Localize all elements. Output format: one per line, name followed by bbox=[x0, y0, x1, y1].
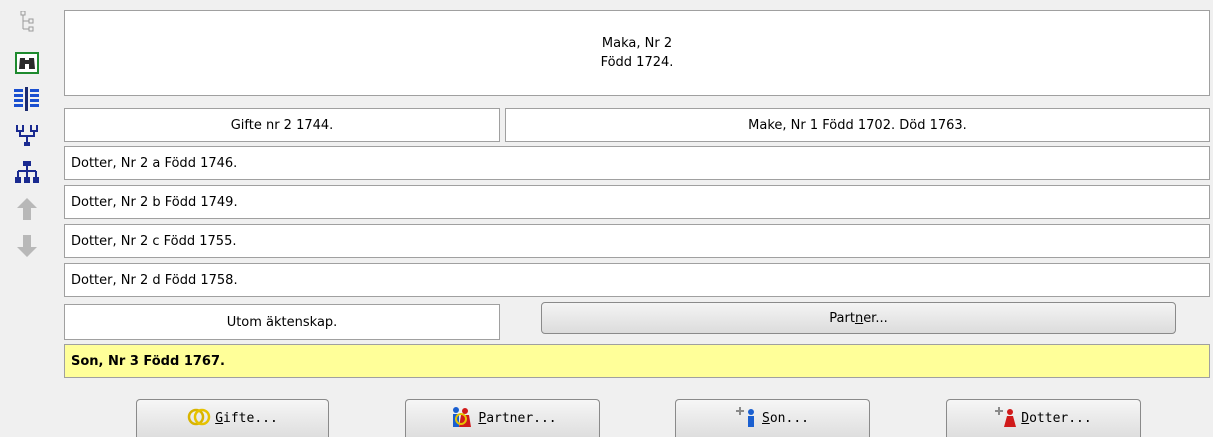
marriage-box[interactable]: Gifte nr 2 1744. bbox=[64, 108, 500, 142]
add-marriage-button[interactable]: Gifte... bbox=[136, 399, 329, 437]
child-row[interactable]: Dotter, Nr 2 c Född 1755. bbox=[64, 224, 1210, 258]
dotter-accel: D bbox=[1021, 411, 1030, 426]
add-partner-button[interactable]: Partner... bbox=[405, 399, 600, 437]
descendants-icon[interactable] bbox=[10, 157, 44, 187]
tree-icon[interactable] bbox=[10, 10, 44, 34]
main-person-birth: Född 1724. bbox=[600, 55, 674, 70]
marriage-label: Gifte nr 2 1744. bbox=[230, 117, 334, 133]
partner-label: artner... bbox=[486, 411, 557, 426]
son-accel: S bbox=[762, 411, 770, 426]
columns-icon[interactable] bbox=[10, 84, 44, 114]
add-son-icon bbox=[736, 406, 758, 431]
outside-marriage-label: Utom äktenskap. bbox=[226, 314, 338, 330]
dotter-label: otter... bbox=[1029, 411, 1092, 426]
spouse-box[interactable]: Make, Nr 1 Född 1702. Död 1763. bbox=[505, 108, 1210, 142]
partner-label-post: er... bbox=[863, 310, 888, 326]
outside-marriage-box[interactable]: Utom äktenskap. bbox=[64, 304, 500, 340]
navigate-down-icon[interactable] bbox=[10, 231, 44, 261]
partner-label-accel: n bbox=[854, 310, 864, 326]
family-panel: Maka, Nr 2 Född 1724. Gifte nr 2 1744. M… bbox=[63, 10, 1211, 437]
selected-child-row[interactable]: Son, Nr 3 Född 1767. bbox=[64, 344, 1210, 378]
child-row[interactable]: Dotter, Nr 2 a Född 1746. bbox=[64, 146, 1210, 180]
rings-icon bbox=[187, 407, 211, 430]
child-label: Dotter, Nr 2 a Född 1746. bbox=[71, 155, 238, 171]
pedigree-icon[interactable] bbox=[10, 120, 44, 150]
add-son-button[interactable]: Son... bbox=[675, 399, 870, 437]
child-row[interactable]: Dotter, Nr 2 b Född 1749. bbox=[64, 185, 1210, 219]
gifte-accel: G bbox=[215, 411, 224, 426]
add-daughter-icon bbox=[995, 406, 1017, 431]
child-label: Dotter, Nr 2 d Född 1758. bbox=[71, 272, 238, 288]
binoculars-icon[interactable] bbox=[10, 48, 44, 78]
spouse-label: Make, Nr 1 Född 1702. Död 1763. bbox=[748, 117, 967, 133]
child-row[interactable]: Dotter, Nr 2 d Född 1758. bbox=[64, 263, 1210, 297]
child-label: Dotter, Nr 2 b Född 1749. bbox=[71, 194, 238, 210]
navigate-up-icon[interactable] bbox=[10, 194, 44, 224]
son-label: on... bbox=[769, 411, 809, 426]
outside-partner-button[interactable]: Part n er... bbox=[541, 302, 1176, 334]
selected-child-label: Son, Nr 3 Född 1767. bbox=[71, 353, 225, 369]
partner-accel: P bbox=[478, 411, 487, 426]
partner-label-pre: Part bbox=[829, 310, 855, 326]
add-daughter-button[interactable]: Dotter... bbox=[946, 399, 1141, 437]
gifte-label: ifte... bbox=[223, 411, 278, 426]
left-toolbar bbox=[0, 0, 54, 437]
child-label: Dotter, Nr 2 c Född 1755. bbox=[71, 233, 237, 249]
main-person-name: Maka, Nr 2 bbox=[601, 36, 673, 51]
couple-icon bbox=[448, 406, 474, 431]
main-person-box[interactable]: Maka, Nr 2 Född 1724. bbox=[64, 10, 1210, 96]
